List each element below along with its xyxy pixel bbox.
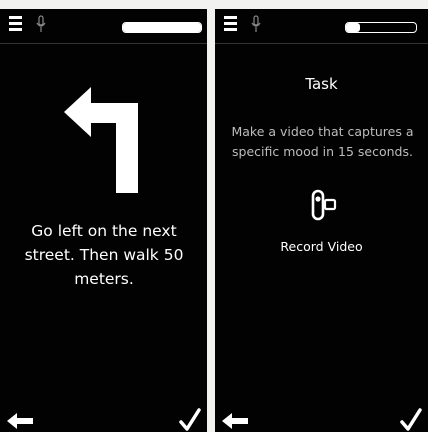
status-bar bbox=[0, 9, 207, 43]
task-screen: Task Make a video that captures a specif… bbox=[215, 9, 428, 432]
divider bbox=[215, 43, 428, 44]
bottom-bar bbox=[0, 402, 207, 432]
back-arrow-icon[interactable] bbox=[7, 412, 33, 430]
status-bar bbox=[215, 9, 428, 43]
navigation-instruction: Go left on the next street. Then walk 50… bbox=[24, 222, 184, 288]
video-camera-icon[interactable] bbox=[311, 189, 337, 221]
task-description: Make a video that captures a specific mo… bbox=[231, 124, 414, 159]
back-arrow-icon[interactable] bbox=[222, 412, 248, 430]
battery-icon bbox=[122, 22, 202, 33]
checkmark-icon[interactable] bbox=[400, 408, 422, 432]
battery-icon bbox=[345, 22, 417, 33]
menu-icon[interactable] bbox=[9, 16, 22, 33]
turn-left-arrow-icon bbox=[64, 87, 138, 193]
microphone-icon bbox=[36, 15, 46, 32]
bottom-bar bbox=[215, 402, 428, 432]
microphone-icon bbox=[251, 15, 261, 32]
menu-icon[interactable] bbox=[224, 16, 237, 33]
task-title: Task bbox=[305, 75, 338, 93]
divider bbox=[0, 43, 207, 44]
navigation-screen: Go left on the next street. Then walk 50… bbox=[0, 9, 207, 432]
checkmark-icon[interactable] bbox=[179, 408, 201, 432]
record-video-label[interactable]: Record Video bbox=[215, 239, 428, 254]
